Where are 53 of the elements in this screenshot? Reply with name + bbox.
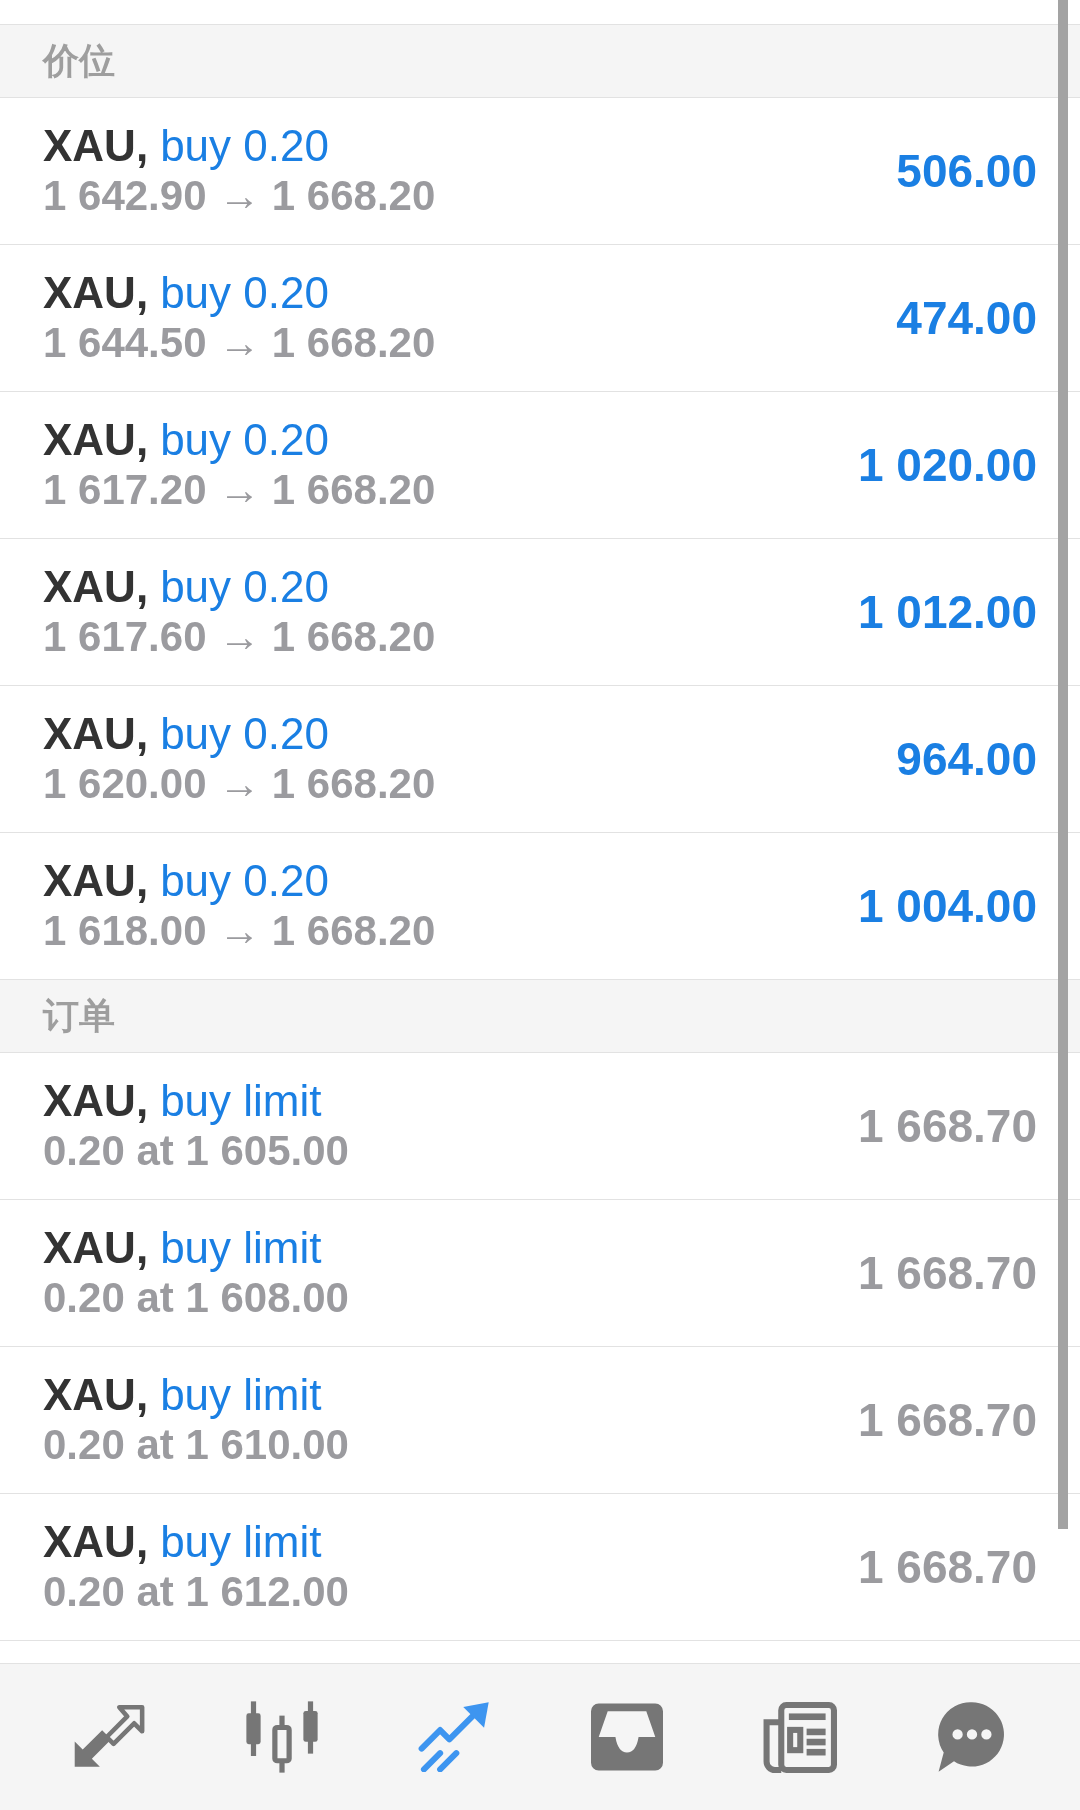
market-price-value: 1 668.70 — [857, 1099, 1037, 1153]
section-title: 价位 — [43, 39, 115, 83]
order-volume-price-text: 0.20 at 1 612.00 — [43, 1567, 349, 1617]
price-range-text: 1 620.00 → 1 668.20 — [43, 759, 436, 809]
market-price-value: 1 668.70 — [857, 1540, 1037, 1594]
symbol-text: XAU, — [43, 1517, 149, 1567]
mailbox-tab[interactable] — [590, 1703, 663, 1771]
symbol-text: XAU, — [43, 562, 149, 612]
symbol-text: XAU, — [43, 1223, 149, 1273]
symbol-text: XAU, — [43, 268, 149, 318]
order-volume-price-text: 0.20 at 1 608.00 — [43, 1273, 349, 1323]
order-type-text: buy limit — [160, 1517, 322, 1567]
order-type-text: buy 0.20 — [160, 709, 329, 759]
order-type-text: buy 0.20 — [160, 121, 329, 171]
symbol-text: XAU, — [43, 121, 149, 171]
inbox-tray-icon — [590, 1703, 663, 1771]
order-volume-price-text: 0.20 at 1 605.00 — [43, 1126, 349, 1176]
newspaper-icon — [761, 1701, 838, 1773]
order-type-text: buy limit — [160, 1223, 322, 1273]
profit-value: 1 012.00 — [857, 585, 1037, 639]
profit-value: 474.00 — [896, 291, 1037, 345]
market-price-value: 1 668.70 — [857, 1393, 1037, 1447]
profit-value: 964.00 — [896, 732, 1037, 786]
order-type-text: buy 0.20 — [160, 268, 329, 318]
order-type-text: buy 0.20 — [160, 415, 329, 465]
trend-arrow-icon — [417, 1702, 492, 1772]
order-type-text: buy 0.20 — [160, 562, 329, 612]
profit-value: 1 020.00 — [857, 438, 1037, 492]
section-title: 订单 — [43, 994, 115, 1038]
diagonal-arrows-icon — [72, 1705, 147, 1769]
price-range-text: 1 618.00 → 1 668.20 — [43, 906, 436, 956]
candlestick-icon — [243, 1701, 320, 1773]
scroll-bar[interactable] — [1058, 0, 1068, 1529]
price-range-text: 1 617.20 → 1 668.20 — [43, 465, 436, 515]
market-price-value: 1 668.70 — [857, 1246, 1037, 1300]
news-tab[interactable] — [761, 1701, 838, 1773]
chart-tab[interactable] — [243, 1701, 320, 1773]
symbol-text: XAU, — [43, 1370, 149, 1420]
order-type-text: buy limit — [160, 1076, 322, 1126]
symbol-text: XAU, — [43, 415, 149, 465]
order-type-text: buy 0.20 — [160, 856, 329, 906]
price-range-text: 1 642.90 → 1 668.20 — [43, 171, 436, 221]
price-range-text: 1 617.60 → 1 668.20 — [43, 612, 436, 662]
profit-value: 1 004.00 — [857, 879, 1037, 933]
symbol-text: XAU, — [43, 1076, 149, 1126]
symbol-text: XAU, — [43, 856, 149, 906]
profit-value: 506.00 — [896, 144, 1037, 198]
price-range-text: 1 644.50 → 1 668.20 — [43, 318, 436, 368]
order-volume-price-text: 0.20 at 1 610.00 — [43, 1420, 349, 1470]
quotes-tab[interactable] — [72, 1705, 147, 1769]
order-type-text: buy limit — [160, 1370, 322, 1420]
trade-tab[interactable] — [417, 1702, 492, 1772]
symbol-text: XAU, — [43, 709, 149, 759]
